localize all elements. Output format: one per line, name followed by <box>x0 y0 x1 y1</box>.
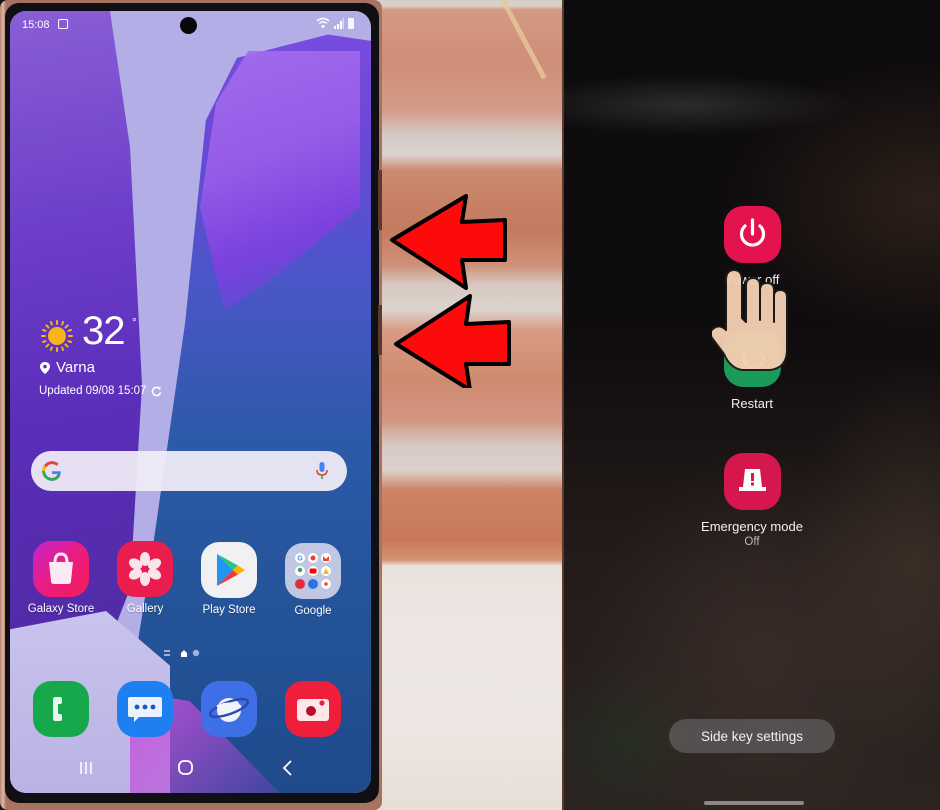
google-search-bar[interactable] <box>31 451 347 491</box>
microphone-icon[interactable] <box>315 461 329 481</box>
google-g-icon <box>42 461 61 481</box>
home-button-icon[interactable] <box>173 755 199 781</box>
location-name: Varna <box>56 359 95 376</box>
page-dot <box>192 649 200 657</box>
gesture-home-indicator[interactable] <box>704 801 804 805</box>
app-label: Google <box>294 605 332 617</box>
status-time: 15:08 <box>22 19 50 31</box>
sun-icon <box>41 320 73 352</box>
galaxy-store-tile <box>33 541 89 597</box>
back-arrow-icon[interactable] <box>275 755 301 781</box>
background-stick <box>500 0 547 80</box>
updated-text: Updated 09/08 15:07 <box>39 385 147 397</box>
app-gallery[interactable]: Gallery <box>105 541 185 615</box>
app-label: Galaxy Store <box>27 603 95 615</box>
side-key-settings-button[interactable]: Side key settings <box>669 719 835 753</box>
app-label: Gallery <box>126 603 164 615</box>
wifi-icon <box>316 17 330 28</box>
app-google-folder[interactable]: G Google <box>273 543 353 617</box>
signal-icon <box>334 18 344 29</box>
temperature: 32 <box>82 309 125 353</box>
emergency-mode-label: Emergency mode <box>701 519 803 534</box>
app-label: Play Store <box>202 604 256 616</box>
red-arrow-icon <box>394 294 511 388</box>
camera-icon <box>297 699 329 721</box>
refresh-icon[interactable] <box>151 386 162 397</box>
flower-icon <box>128 552 162 586</box>
play-triangle-icon <box>217 554 245 586</box>
svg-text:G: G <box>297 556 303 563</box>
weather-location: Varna <box>40 359 95 376</box>
internet-tile <box>201 681 257 737</box>
weather-updated: Updated 09/08 15:07 <box>39 385 162 397</box>
background-brick-wall <box>370 0 562 810</box>
dock-camera[interactable] <box>273 681 353 737</box>
front-camera-cutout <box>180 17 197 34</box>
restart-label: Restart <box>731 396 773 411</box>
planet-icon <box>208 697 250 722</box>
red-arrow-icon <box>390 194 507 290</box>
home-page-icon <box>181 650 187 657</box>
google-folder-tile: G <box>285 543 341 599</box>
app-folder-icon: G <box>295 553 331 589</box>
app-galaxy-store[interactable]: Galaxy Store <box>21 541 101 615</box>
recent-apps-icon[interactable] <box>73 755 99 781</box>
volume-key <box>378 170 382 230</box>
home-screen: 15:08 32 ° Varna Updated 09/08 15:07 Gal… <box>10 11 371 793</box>
emergency-mode-button[interactable]: Emergency mode Off <box>652 453 852 548</box>
emergency-beacon-icon <box>738 469 766 491</box>
location-pin-icon <box>40 361 50 374</box>
notification-gallery-icon <box>58 19 68 29</box>
gallery-tile <box>117 541 173 597</box>
shopping-bag-icon <box>49 552 73 584</box>
messages-tile <box>117 681 173 737</box>
page-indicator <box>164 649 200 657</box>
menu-page-icon <box>164 650 170 656</box>
tapping-hand-icon <box>712 269 788 371</box>
battery-icon <box>348 18 354 29</box>
status-bar: 15:08 <box>10 11 371 37</box>
dock-messages[interactable] <box>105 681 185 737</box>
dock-phone[interactable] <box>21 681 101 737</box>
emergency-mode-status: Off <box>744 536 760 548</box>
phone-handset-icon <box>53 697 62 721</box>
side-key <box>378 305 382 355</box>
chat-bubble-icon <box>128 697 162 722</box>
power-menu-screen: Power off Restart Emergency mode Off Sid… <box>562 0 940 810</box>
degree-symbol: ° <box>132 315 137 329</box>
emergency-mode-tile <box>723 453 781 510</box>
phone-tile <box>33 681 89 737</box>
dock-internet[interactable] <box>189 681 269 737</box>
camera-tile <box>285 681 341 737</box>
app-play-store[interactable]: Play Store <box>189 542 269 616</box>
play-store-tile <box>201 542 257 598</box>
navigation-bar <box>10 753 371 783</box>
